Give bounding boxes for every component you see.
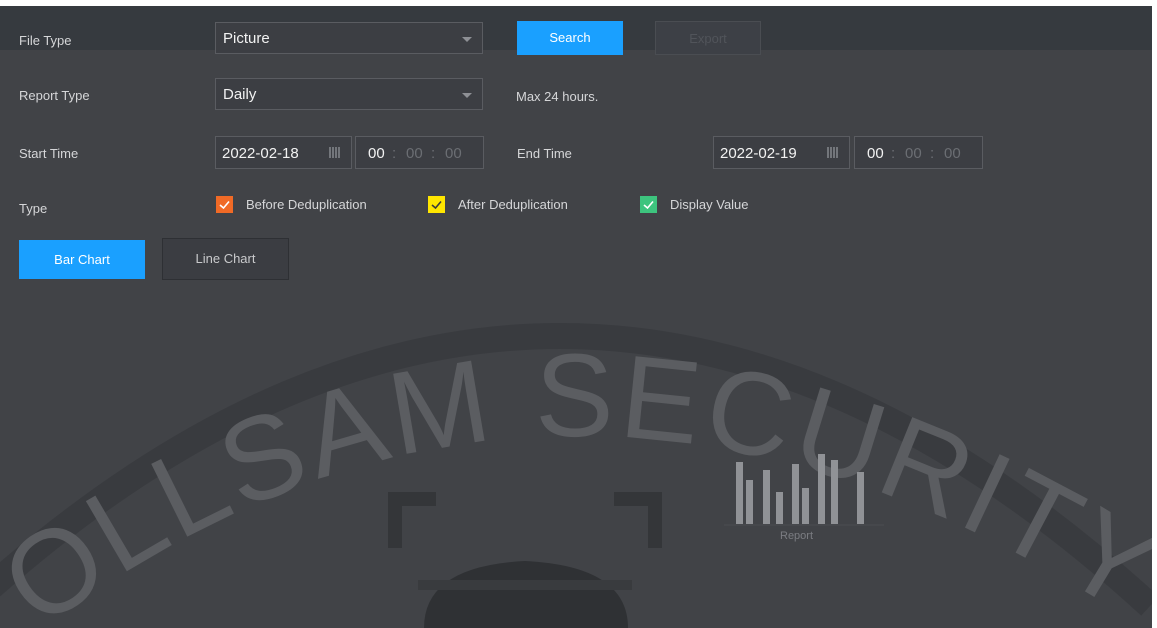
report-hint: Max 24 hours.: [516, 89, 599, 104]
end-date-value: 2022-02-19: [720, 145, 797, 162]
report-empty-icon: [724, 450, 884, 526]
start-time-label: Start Time: [19, 146, 79, 161]
time-separator: :: [891, 145, 896, 162]
before-dedup-label: Before Deduplication: [246, 197, 367, 212]
display-value-label: Display Value: [670, 197, 749, 212]
bar-chart-button[interactable]: Bar Chart: [19, 240, 145, 279]
report-empty-caption: Report: [780, 530, 814, 542]
search-report-panel: OLLSAM SECURITY File Type Picture Search…: [0, 6, 1152, 628]
after-dedup-label: After Deduplication: [458, 197, 568, 212]
report-type-value: Daily: [223, 86, 257, 103]
before-dedup-checkbox[interactable]: [216, 196, 233, 213]
type-label: Type: [19, 201, 48, 216]
start-date-field[interactable]: 2022-02-18: [215, 136, 352, 169]
file-type-label: File Type: [19, 33, 72, 48]
time-separator: :: [392, 145, 397, 162]
start-hour[interactable]: 00: [368, 145, 385, 162]
file-type-value: Picture: [223, 30, 270, 47]
report-type-label: Report Type: [19, 88, 90, 103]
start-minute[interactable]: 00: [406, 145, 423, 162]
start-time-field[interactable]: 00 : 00 : 00: [355, 136, 484, 169]
after-dedup-checkbox[interactable]: [428, 196, 445, 213]
time-separator: :: [431, 145, 436, 162]
end-time-label: End Time: [517, 146, 572, 161]
export-button[interactable]: Export: [655, 21, 761, 55]
line-chart-button[interactable]: Line Chart: [162, 238, 289, 280]
calendar-icon[interactable]: [329, 147, 341, 158]
end-time-field[interactable]: 00 : 00 : 00: [854, 136, 983, 169]
time-separator: :: [930, 145, 935, 162]
chevron-down-icon: [462, 37, 472, 42]
start-second[interactable]: 00: [445, 145, 462, 162]
end-date-field[interactable]: 2022-02-19: [713, 136, 850, 169]
end-hour[interactable]: 00: [867, 145, 884, 162]
watermark-text: OLLSAM SECURITY: [0, 330, 1152, 628]
dome-camera-icon: [388, 492, 662, 628]
search-button[interactable]: Search: [517, 21, 623, 55]
calendar-icon[interactable]: [827, 147, 839, 158]
chevron-down-icon: [462, 93, 472, 98]
report-bars-icon: [724, 454, 884, 526]
start-date-value: 2022-02-18: [222, 145, 299, 162]
report-type-dropdown[interactable]: Daily: [215, 78, 483, 110]
watermark-ring: [0, 323, 1152, 616]
file-type-dropdown[interactable]: Picture: [215, 22, 483, 54]
end-minute[interactable]: 00: [905, 145, 922, 162]
end-second[interactable]: 00: [944, 145, 961, 162]
display-value-checkbox[interactable]: [640, 196, 657, 213]
